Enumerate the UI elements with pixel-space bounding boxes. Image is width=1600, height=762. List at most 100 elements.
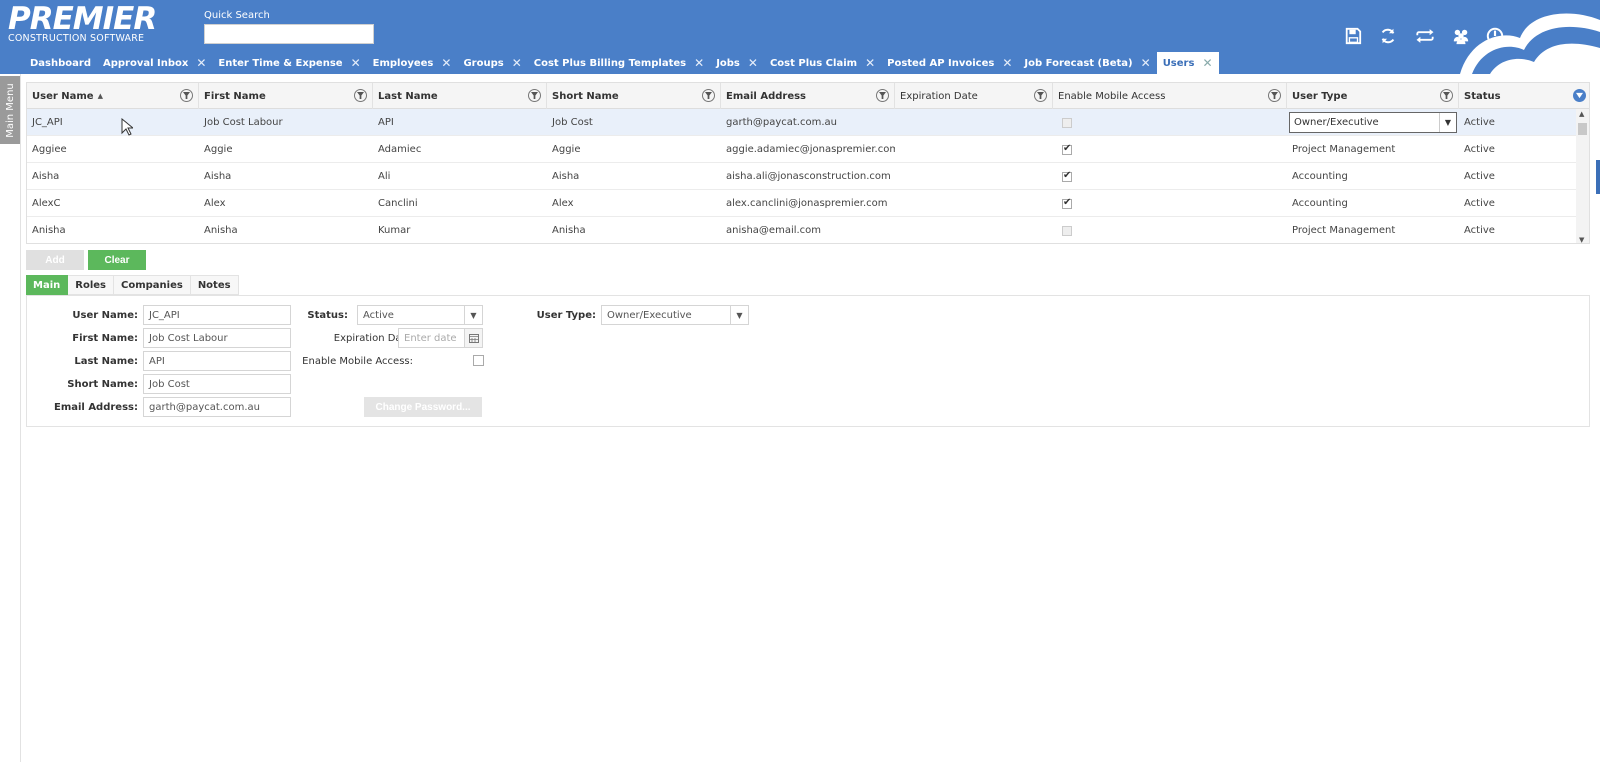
quick-search-label: Quick Search: [204, 10, 270, 21]
close-icon[interactable]: ✕: [694, 56, 704, 70]
mobile-access-checkbox[interactable]: [1062, 117, 1072, 128]
calendar-icon[interactable]: [464, 329, 482, 347]
scroll-down-icon[interactable]: ▼: [1579, 236, 1584, 243]
filter-icon[interactable]: [876, 89, 889, 102]
tab-users[interactable]: Users ✕: [1156, 52, 1219, 74]
cell-short-name: Alex: [552, 198, 574, 209]
email-address-field[interactable]: garth@paycat.com.au: [143, 397, 291, 417]
filter-icon[interactable]: [1268, 89, 1281, 102]
cell-user-name: Aggiee: [32, 144, 67, 155]
chevron-down-icon[interactable]: ▼: [730, 306, 748, 324]
close-icon[interactable]: ✕: [512, 56, 522, 70]
close-icon[interactable]: ✕: [1202, 56, 1212, 70]
tab-main[interactable]: Main: [26, 275, 69, 295]
tab-posted-ap-invoices[interactable]: Posted AP Invoices ✕: [881, 52, 1018, 74]
table-row[interactable]: JC_API Job Cost Labour API Job Cost gart…: [27, 109, 1578, 136]
add-button[interactable]: Add: [26, 250, 84, 270]
switch-icon[interactable]: [1412, 26, 1438, 46]
column-header-last-name[interactable]: Last Name: [373, 83, 547, 109]
mobile-access-checkbox[interactable]: [1062, 170, 1072, 182]
close-icon[interactable]: ✕: [196, 56, 206, 70]
tab-notes[interactable]: Notes: [190, 275, 239, 295]
cell-first-name: Anisha: [204, 225, 238, 236]
filter-icon[interactable]: [1034, 89, 1047, 102]
user-type-dropdown[interactable]: Owner/Executive ▼: [1289, 112, 1457, 133]
main-menu-toggle[interactable]: Main Menu: [0, 76, 20, 144]
mobile-access-checkbox[interactable]: [1062, 197, 1072, 209]
close-icon[interactable]: ✕: [865, 56, 875, 70]
main-menu-label: Main Menu: [4, 82, 16, 138]
user-name-field[interactable]: JC_API: [143, 305, 291, 325]
column-header-expiration-date[interactable]: Expiration Date: [895, 83, 1053, 109]
close-icon[interactable]: ✕: [1141, 56, 1151, 70]
cell-mobile-access: [1057, 163, 1097, 190]
enable-mobile-access-checkbox[interactable]: [473, 355, 484, 366]
cell-short-name: Anisha: [552, 225, 586, 236]
premier-logo[interactable]: PREMIER CONSTRUCTION SOFTWARE: [8, 4, 157, 44]
last-name-field[interactable]: API: [143, 351, 291, 371]
column-header-user-name[interactable]: User Name ▲: [27, 83, 199, 109]
first-name-field[interactable]: Job Cost Labour: [143, 328, 291, 348]
tab-roles[interactable]: Roles: [68, 275, 114, 295]
expiration-date-field[interactable]: Enter date: [398, 328, 483, 348]
cell-short-name: Aggie: [552, 144, 581, 155]
tab-dashboard[interactable]: Dashboard: [24, 52, 97, 74]
refresh-icon[interactable]: [1377, 26, 1399, 46]
column-header-status[interactable]: Status: [1459, 83, 1589, 109]
filter-icon[interactable]: [354, 89, 367, 102]
cell-expiration-date: [895, 163, 1053, 190]
change-password-button[interactable]: Change Password...: [364, 397, 482, 417]
filter-icon[interactable]: [180, 89, 193, 102]
short-name-field[interactable]: Job Cost: [143, 374, 291, 394]
column-menu-icon[interactable]: [1573, 89, 1586, 102]
table-row[interactable]: Aisha Aisha Ali Aisha aisha.ali@jonascon…: [27, 163, 1578, 190]
tab-approval-inbox[interactable]: Approval Inbox ✕: [97, 52, 212, 74]
table-row[interactable]: Aggiee Aggie Adamiec Aggie aggie.adamiec…: [27, 136, 1578, 163]
tab-cost-plus-billing-templates[interactable]: Cost Plus Billing Templates ✕: [528, 52, 710, 74]
column-header-short-name[interactable]: Short Name: [547, 83, 721, 109]
chevron-down-icon[interactable]: ▼: [1439, 113, 1456, 132]
cell-email: garth@paycat.com.au: [726, 117, 837, 128]
tab-job-forecast[interactable]: Job Forecast (Beta) ✕: [1018, 52, 1156, 74]
column-header-enable-mobile-access[interactable]: Enable Mobile Access: [1053, 83, 1287, 109]
close-icon[interactable]: ✕: [1002, 56, 1012, 70]
scroll-up-icon[interactable]: ▲: [1579, 110, 1584, 118]
divider: [20, 74, 21, 762]
column-label: Email Address: [726, 90, 807, 102]
grid-scrollbar[interactable]: ▲ ▼: [1576, 109, 1589, 243]
status-dropdown[interactable]: Active ▼: [357, 305, 483, 325]
filter-icon[interactable]: [702, 89, 715, 102]
column-header-user-type[interactable]: User Type: [1287, 83, 1459, 109]
filter-icon[interactable]: [1440, 89, 1453, 102]
column-label: First Name: [204, 90, 266, 102]
chevron-down-icon[interactable]: ▼: [464, 306, 482, 324]
cell-last-name: Ali: [378, 171, 391, 182]
tab-jobs[interactable]: Jobs ✕: [710, 52, 764, 74]
tab-enter-time-expense[interactable]: Enter Time & Expense ✕: [212, 52, 366, 74]
mouse-cursor-icon: [121, 118, 133, 136]
user-type-select[interactable]: Owner/Executive ▼: [601, 305, 749, 325]
close-icon[interactable]: ✕: [441, 56, 451, 70]
scroll-thumb[interactable]: [1578, 123, 1587, 135]
mobile-access-checkbox[interactable]: [1062, 225, 1072, 236]
clear-button[interactable]: Clear: [88, 250, 146, 270]
app-header: PREMIER CONSTRUCTION SOFTWARE Quick Sear…: [0, 0, 1600, 74]
user-type-label: User Type:: [536, 310, 596, 321]
column-header-email-address[interactable]: Email Address: [721, 83, 895, 109]
tab-companies[interactable]: Companies: [113, 275, 191, 295]
table-row[interactable]: Anisha Anisha Kumar Anisha anisha@email.…: [27, 217, 1578, 243]
filter-icon[interactable]: [528, 89, 541, 102]
column-header-first-name[interactable]: First Name: [199, 83, 373, 109]
close-icon[interactable]: ✕: [351, 56, 361, 70]
table-row[interactable]: AlexC Alex Canclini Alex alex.canclini@j…: [27, 190, 1578, 217]
close-icon[interactable]: ✕: [748, 56, 758, 70]
cell-mobile-access: [1057, 109, 1097, 136]
quick-search-input[interactable]: [204, 24, 374, 44]
cell-short-name: Job Cost: [552, 117, 593, 128]
tab-employees[interactable]: Employees ✕: [367, 52, 458, 74]
tab-groups[interactable]: Groups ✕: [457, 52, 527, 74]
save-icon[interactable]: [1342, 26, 1364, 46]
mobile-access-checkbox[interactable]: [1062, 143, 1072, 155]
cell-first-name: Aggie: [204, 144, 233, 155]
tab-cost-plus-claim[interactable]: Cost Plus Claim ✕: [764, 52, 881, 74]
